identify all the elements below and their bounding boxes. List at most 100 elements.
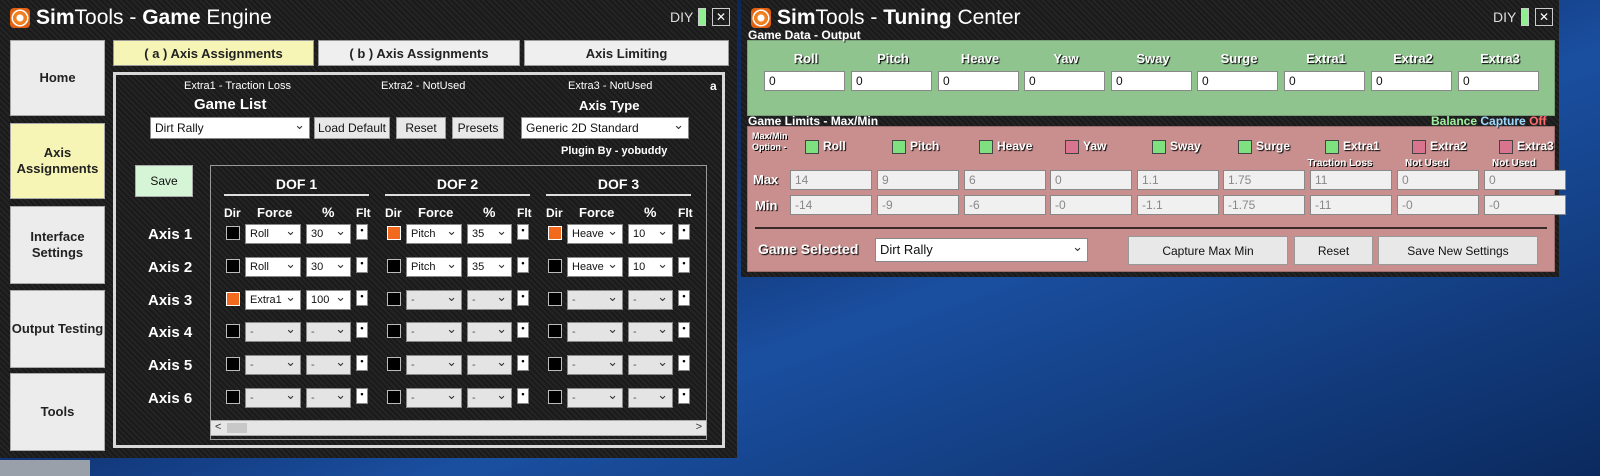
diy-toggle[interactable] [698, 8, 706, 26]
sway-option-checkbox[interactable] [1152, 140, 1166, 154]
filter-button[interactable]: • [356, 355, 368, 371]
scroll-right-icon[interactable]: > [696, 421, 702, 433]
force-select[interactable]: - [567, 322, 623, 342]
output-extra2-field[interactable]: 0 [1371, 71, 1452, 91]
force-select[interactable]: - [245, 322, 301, 342]
tab-axis-assignments-b[interactable]: ( b ) Axis Assignments [318, 40, 520, 66]
output-surge-field[interactable]: 0 [1197, 71, 1278, 91]
extra1-min-field[interactable]: -11 [1310, 195, 1392, 215]
axis-type-select[interactable]: Generic 2D Standard [521, 117, 689, 139]
percent-select[interactable]: - [467, 355, 512, 375]
extra3-min-field[interactable]: -0 [1484, 195, 1566, 215]
filter-button[interactable]: • [356, 290, 368, 306]
pitch-option-checkbox[interactable] [892, 140, 906, 154]
scrollbar-thumb[interactable] [227, 423, 247, 433]
yaw-option-checkbox[interactable] [1065, 140, 1079, 154]
filter-button[interactable]: • [517, 355, 529, 371]
force-select[interactable]: Heave [567, 257, 623, 277]
pitch-max-field[interactable]: 9 [877, 170, 959, 190]
filter-button[interactable]: • [678, 388, 690, 404]
percent-select[interactable]: - [628, 290, 673, 310]
filter-button[interactable]: • [678, 224, 690, 240]
tuning-center-titlebar[interactable]: SimTools - Tuning Center DIY ✕ [741, 0, 1559, 34]
yaw-max-field[interactable]: 0 [1050, 170, 1132, 190]
diy-toggle[interactable] [1521, 8, 1529, 26]
direction-checkbox[interactable] [387, 259, 401, 273]
direction-checkbox[interactable] [226, 259, 240, 273]
heave-min-field[interactable]: -6 [964, 195, 1046, 215]
percent-select[interactable]: 35 [467, 224, 512, 244]
force-select[interactable]: - [406, 322, 462, 342]
output-sway-field[interactable]: 0 [1111, 71, 1192, 91]
force-select[interactable]: - [406, 355, 462, 375]
sway-min-field[interactable]: -1.1 [1137, 195, 1219, 215]
direction-checkbox[interactable] [387, 390, 401, 404]
extra1-max-field[interactable]: 11 [1310, 170, 1392, 190]
game-list-select[interactable]: Dirt Rally [150, 117, 310, 139]
filter-button[interactable]: • [356, 257, 368, 273]
nav-output-testing[interactable]: Output Testing [10, 290, 105, 368]
save-new-settings-button[interactable]: Save New Settings [1378, 236, 1538, 265]
roll-max-field[interactable]: 14 [790, 170, 872, 190]
direction-checkbox[interactable] [548, 390, 562, 404]
pitch-min-field[interactable]: -9 [877, 195, 959, 215]
yaw-min-field[interactable]: -0 [1050, 195, 1132, 215]
game-engine-titlebar[interactable]: SimTools - Game Engine DIY ✕ [0, 0, 737, 34]
extra1-option-checkbox[interactable] [1325, 140, 1339, 154]
save-button[interactable]: Save [135, 165, 193, 197]
heave-option-checkbox[interactable] [979, 140, 993, 154]
extra2-max-field[interactable]: 0 [1397, 170, 1479, 190]
direction-checkbox[interactable] [548, 357, 562, 371]
extra2-min-field[interactable]: -0 [1397, 195, 1479, 215]
percent-select[interactable]: - [306, 388, 351, 408]
force-select[interactable]: - [245, 355, 301, 375]
filter-button[interactable]: • [356, 388, 368, 404]
filter-button[interactable]: • [517, 290, 529, 306]
load-default-button[interactable]: Load Default [314, 117, 390, 139]
direction-checkbox[interactable] [226, 357, 240, 371]
percent-select[interactable]: - [467, 322, 512, 342]
direction-checkbox[interactable] [548, 324, 562, 338]
filter-button[interactable]: • [356, 224, 368, 240]
direction-checkbox[interactable] [387, 357, 401, 371]
direction-checkbox[interactable] [226, 390, 240, 404]
percent-select[interactable]: - [306, 355, 351, 375]
capture-max-min-button[interactable]: Capture Max Min [1128, 236, 1288, 265]
force-select[interactable]: - [567, 290, 623, 310]
surge-min-field[interactable]: -1.75 [1223, 195, 1305, 215]
force-select[interactable]: Roll [245, 257, 301, 277]
roll-min-field[interactable]: -14 [790, 195, 872, 215]
reset-limits-button[interactable]: Reset [1294, 236, 1373, 265]
output-extra1-field[interactable]: 0 [1284, 71, 1365, 91]
surge-max-field[interactable]: 1.75 [1223, 170, 1305, 190]
force-select[interactable]: - [567, 355, 623, 375]
percent-select[interactable]: - [628, 355, 673, 375]
game-selected-select[interactable]: Dirt Rally [875, 238, 1088, 262]
force-select[interactable]: Extra1 [245, 290, 301, 310]
extra2-option-checkbox[interactable] [1412, 140, 1426, 154]
close-button[interactable]: ✕ [712, 8, 730, 26]
force-select[interactable]: Pitch [406, 257, 462, 277]
force-select[interactable]: - [567, 388, 623, 408]
filter-button[interactable]: • [678, 322, 690, 338]
sway-max-field[interactable]: 1.1 [1137, 170, 1219, 190]
force-select[interactable]: - [245, 388, 301, 408]
filter-button[interactable]: • [678, 290, 690, 306]
filter-button[interactable]: • [517, 388, 529, 404]
nav-interface-settings[interactable]: Interface Settings [10, 206, 105, 284]
tab-axis-limiting[interactable]: Axis Limiting [524, 40, 729, 66]
surge-option-checkbox[interactable] [1238, 140, 1252, 154]
tab-axis-assignments-a[interactable]: ( a ) Axis Assignments [113, 40, 314, 66]
force-select[interactable]: - [406, 388, 462, 408]
percent-select[interactable]: 35 [467, 257, 512, 277]
direction-checkbox[interactable] [226, 226, 240, 240]
percent-select[interactable]: - [467, 290, 512, 310]
filter-button[interactable]: • [678, 355, 690, 371]
output-pitch-field[interactable]: 0 [851, 71, 932, 91]
filter-button[interactable]: • [356, 322, 368, 338]
extra3-max-field[interactable]: 0 [1484, 170, 1566, 190]
direction-checkbox[interactable] [387, 292, 401, 306]
force-select[interactable]: Heave [567, 224, 623, 244]
percent-select[interactable]: 30 [306, 257, 351, 277]
horizontal-scrollbar[interactable]: < > [210, 420, 707, 436]
